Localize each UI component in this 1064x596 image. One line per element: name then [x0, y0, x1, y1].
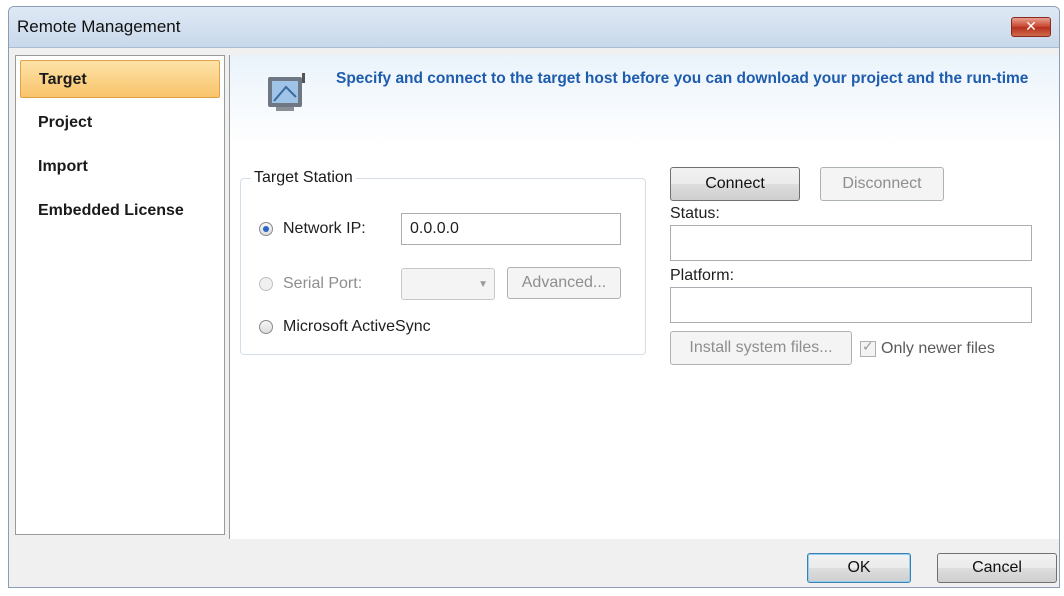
network-ip-radio[interactable]	[259, 222, 273, 236]
install-system-files-button[interactable]: Install system files...	[670, 331, 852, 365]
serial-port-label: Serial Port:	[283, 275, 363, 292]
activesync-label: Microsoft ActiveSync	[283, 318, 431, 335]
serial-port-radio[interactable]	[259, 277, 273, 291]
status-field	[670, 225, 1032, 261]
target-station-legend: Target Station	[254, 169, 353, 186]
sidebar-item-project[interactable]: Project	[20, 104, 220, 142]
sidebar: Target Project Import Embedded License	[15, 55, 225, 535]
cancel-button[interactable]: Cancel	[937, 553, 1057, 583]
sidebar-item-embedded-license[interactable]: Embedded License	[20, 192, 220, 230]
only-newer-files-label: Only newer files	[881, 340, 995, 357]
remote-management-window: Remote Management ✕ Target Project Impor…	[8, 6, 1060, 588]
monitor-icon	[268, 73, 305, 111]
platform-label: Platform:	[670, 267, 735, 284]
only-newer-files-checkbox[interactable]: ✓	[860, 339, 876, 357]
close-icon: ✕	[1025, 19, 1037, 35]
activesync-radio[interactable]	[259, 320, 273, 334]
network-ip-label: Network IP:	[283, 220, 366, 237]
connect-button[interactable]: Connect	[670, 167, 800, 201]
status-label: Status:	[670, 205, 720, 222]
window-title: Remote Management	[17, 17, 181, 36]
check-icon: ✓	[862, 339, 874, 355]
content-panel: Specify and connect to the target host b…	[229, 55, 1059, 539]
ok-button[interactable]: OK	[807, 553, 911, 583]
platform-field	[670, 287, 1032, 323]
title-bar[interactable]: Remote Management ✕	[9, 7, 1059, 48]
activesync-option[interactable]: Microsoft ActiveSync	[259, 315, 431, 339]
network-ip-input[interactable]: 0.0.0.0	[401, 213, 621, 245]
target-station-group: Target Station Network IP: 0.0.0.0 Seria…	[240, 169, 646, 355]
chevron-down-icon: ▼	[478, 279, 488, 290]
serial-port-select[interactable]: ▼	[401, 268, 495, 300]
banner-text: Specify and connect to the target host b…	[336, 70, 1029, 87]
network-ip-option[interactable]: Network IP:	[259, 217, 366, 241]
sidebar-item-target[interactable]: Target	[20, 60, 220, 98]
advanced-button[interactable]: Advanced...	[507, 267, 621, 299]
serial-port-option[interactable]: Serial Port:	[259, 272, 362, 296]
close-button[interactable]: ✕	[1011, 17, 1051, 37]
disconnect-button[interactable]: Disconnect	[820, 167, 944, 201]
info-banner: Specify and connect to the target host b…	[230, 55, 1059, 145]
sidebar-item-import[interactable]: Import	[20, 148, 220, 186]
